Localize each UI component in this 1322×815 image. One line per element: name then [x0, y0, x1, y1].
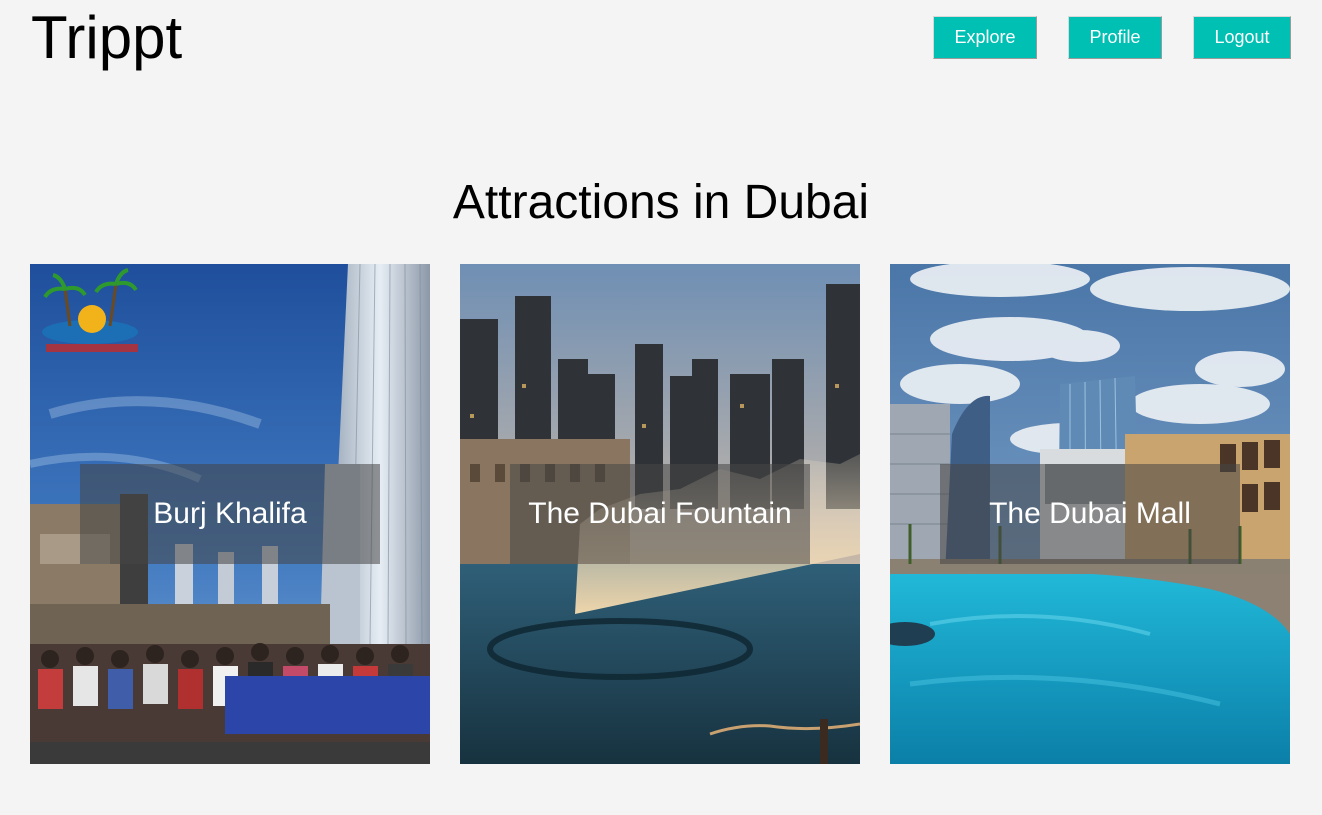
attraction-card-dubai-fountain[interactable]: The Dubai Fountain [460, 264, 860, 764]
logout-button[interactable]: Logout [1193, 16, 1291, 59]
page-title: Attractions in Dubai [452, 176, 870, 229]
top-nav: Explore Profile Logout [0, 16, 1322, 59]
attraction-card-dubai-mall[interactable]: The Dubai Mall [890, 264, 1290, 764]
attraction-card-burj-khalifa[interactable]: Burj Khalifa [30, 264, 430, 764]
profile-button[interactable]: Profile [1068, 16, 1162, 59]
page: Trippt Explore Profile Logout Attraction… [0, 0, 1322, 815]
attraction-name: Burj Khalifa [80, 464, 380, 564]
attraction-name: The Dubai Fountain [510, 464, 810, 564]
attraction-name: The Dubai Mall [940, 464, 1240, 564]
explore-button[interactable]: Explore [933, 16, 1037, 59]
